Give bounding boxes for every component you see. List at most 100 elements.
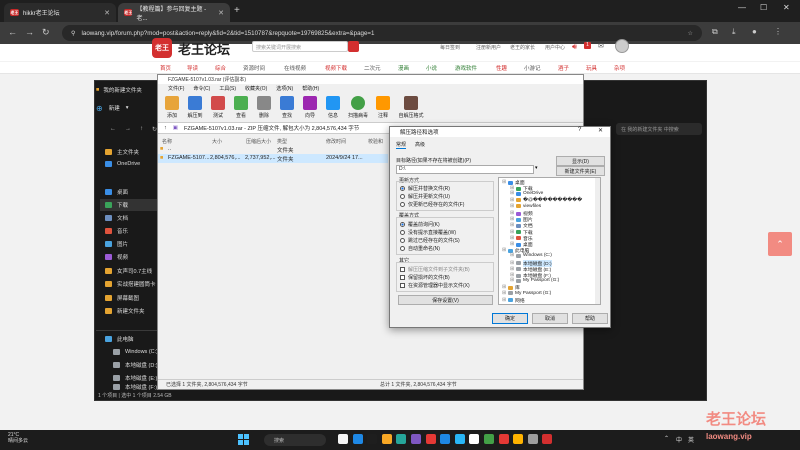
taskbar-app-icon[interactable] [411,434,421,444]
sidebar-item-music[interactable]: 音乐 [100,225,158,237]
tree-node[interactable]: ⊞ My Passport (G:) [510,278,559,283]
show-button[interactable]: 显示(D) [556,156,605,166]
sidebar-item-folder[interactable]: 新建文件夹 [100,305,158,317]
comment-button[interactable]: 注释 [372,96,394,119]
taskbar-app-icon[interactable] [440,434,451,444]
add-button[interactable]: 添加 [161,96,183,119]
expand-icon[interactable]: ⊞ [502,248,506,253]
explorer-search-input[interactable]: 在 我的新建文件夹 中搜索 [616,123,702,135]
column-header-crc[interactable]: 校验和 [368,138,383,145]
column-header-packed[interactable]: 压缩后大小 [246,138,271,145]
sidebar-item-folder[interactable]: 女声司0.7主线 [100,265,158,277]
help-button[interactable]: 帮助 [572,313,608,324]
chevron-down-icon[interactable]: ▾ [535,165,538,171]
nav-toys[interactable]: 玩具 [586,64,597,72]
taskbar-app-icon[interactable] [338,434,348,444]
radio-button[interactable] [400,230,405,235]
radio-button[interactable] [400,186,405,191]
sidebar-item-home[interactable]: 主文件夹 [100,146,158,158]
volume-icon[interactable]: 🔊︎ [572,42,577,52]
table-row-parent[interactable]: .. [168,146,171,152]
extension-icon[interactable]: ⧉ [712,27,718,37]
virus-scan-button[interactable]: 扫描病毒 [347,96,369,119]
expand-icon[interactable]: ⊞ [510,198,514,203]
nav-games[interactable]: 游戏软件 [455,64,477,72]
nav-home[interactable]: 首页 [160,64,171,72]
radio-button[interactable] [400,202,405,207]
menu-icon[interactable]: ⋮ [774,27,782,36]
radio-button[interactable] [400,222,405,227]
sidebar-item-downloads[interactable]: 下载 [100,199,158,211]
new-folder-button[interactable]: 新建文件夹(E) [556,166,605,176]
site-logo-icon[interactable]: 老王 [152,38,172,58]
sidebar-item-pictures[interactable]: 图片 [100,238,158,250]
avatar[interactable] [615,39,629,53]
taskbar-app-icon[interactable] [498,434,509,444]
help-icon[interactable]: ? [578,127,581,133]
taskbar-app-icon[interactable] [367,434,378,444]
chevron-down-icon[interactable]: ▾ [126,105,129,111]
column-header-size[interactable]: 大小 [212,138,222,145]
reload-icon[interactable]: ↻ [42,27,50,38]
checkbox[interactable] [400,267,405,272]
new-button[interactable]: 新建 [109,104,120,112]
view-button[interactable]: 查看 [230,96,252,119]
tree-node[interactable]: ⊞ My Passport (G:) [502,291,551,296]
start-icon[interactable] [238,434,249,445]
register-link[interactable]: 注册新用户 [476,44,501,51]
forward-icon[interactable]: → [125,126,131,133]
taskbar-app-icon[interactable] [484,434,494,444]
nav-mini-games[interactable]: 小游记 [524,64,541,72]
back-to-top-button[interactable]: ⌃ [768,232,792,256]
taskbar-search[interactable]: 搜索 [264,434,326,446]
radio-button[interactable] [400,246,405,251]
radio-ask-before[interactable]: 覆盖前询问(K) [400,221,440,228]
sidebar-item-videos[interactable]: 视频 [100,251,158,263]
nav-online-video[interactable]: 在线视频 [284,64,306,72]
extract-to-button[interactable]: 解压到 [184,96,206,119]
wizard-button[interactable]: 向导 [299,96,321,119]
browser-tab[interactable]: 老王 hikkr老王论坛 ✕ [4,3,116,22]
taskbar-app-icon[interactable] [454,434,465,444]
close-tab-icon[interactable]: ✕ [104,9,110,17]
user-center-link[interactable]: 用户中心 [545,44,565,51]
expand-icon[interactable]: ⊞ [510,191,514,196]
close-tab-icon[interactable]: ✕ [218,9,224,17]
radio-button[interactable] [400,194,405,199]
tab-general[interactable]: 常规 [396,141,407,149]
taskbar-app-icon[interactable] [542,434,553,444]
nav-general[interactable]: 综合 [215,64,226,72]
target-path-input[interactable]: D:\ [396,165,534,174]
checkin-link[interactable]: 每日签到 [440,44,460,51]
menu-commands[interactable]: 命令(C) [193,85,210,94]
column-header-mtime[interactable]: 修改时间 [326,138,346,145]
expand-icon[interactable]: ⊞ [502,180,506,185]
ime-indicator[interactable]: 中 [676,435,682,444]
parent-link[interactable]: 老王的家长 [510,44,535,51]
menu-file[interactable]: 文件(F) [168,85,184,94]
find-button[interactable]: 查找 [276,96,298,119]
taskbar-app-icon[interactable] [527,434,538,444]
expand-icon[interactable]: ⊞ [502,291,506,296]
nav-xingqu[interactable]: 性趣 [496,64,507,72]
sidebar-item-folder[interactable]: 实战搭建圆筒卡 [100,278,158,290]
info-button[interactable]: 信息 [322,96,344,119]
nav-comics[interactable]: 漫画 [398,64,409,72]
column-header-name[interactable]: 名称 [162,138,172,145]
cancel-button[interactable]: 取消 [532,313,568,324]
radio-extract-replace[interactable]: 解压并替换文件(R) [400,185,450,192]
menu-help[interactable]: 帮助(H) [302,85,319,94]
nav-jiuzi[interactable]: 酒子 [558,64,569,72]
sidebar-item-onedrive[interactable]: OneDrive [100,158,158,170]
column-header-type[interactable]: 类型 [277,138,287,145]
site-search-input[interactable]: 搜索关键词开展搜索 [252,41,348,52]
sidebar-item-folder[interactable]: 屏幕截图 [100,292,158,304]
sidebar-item-desktop[interactable]: 桌面 [100,186,158,198]
nav-acg[interactable]: 二次元 [364,64,381,72]
site-search-button[interactable] [348,41,359,52]
nav-novels[interactable]: 小说 [426,64,437,72]
menu-favorites[interactable]: 收藏夹(O) [245,85,267,94]
expand-icon[interactable]: ⊞ [510,204,514,209]
taskbar-app-icon[interactable] [396,434,407,444]
taskbar-app-icon[interactable] [352,434,363,444]
